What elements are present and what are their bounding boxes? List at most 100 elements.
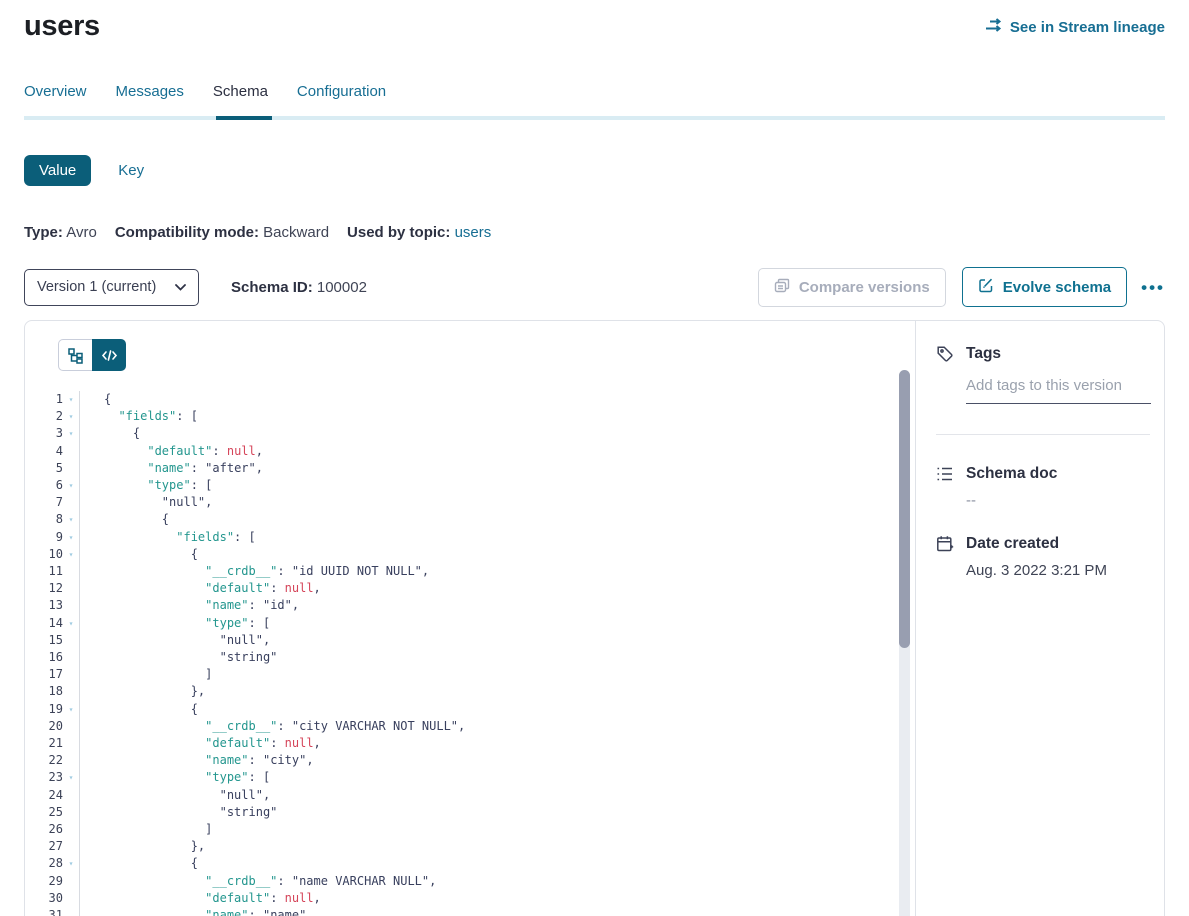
evolve-schema-button[interactable]: Evolve schema xyxy=(962,267,1127,307)
fold-spacer xyxy=(63,838,80,855)
fold-spacer xyxy=(63,632,80,649)
schema-panel: 1▾{2▾ "fields": [3▾ {4 "default": null,5… xyxy=(24,320,1165,916)
code-text: "string" xyxy=(80,649,277,666)
tree-view-icon xyxy=(67,347,84,364)
tab-underline-track xyxy=(24,116,1165,120)
tab-messages[interactable]: Messages xyxy=(116,83,184,116)
key-toggle-link[interactable]: Key xyxy=(118,162,144,179)
code-view-button[interactable] xyxy=(92,339,126,371)
fold-toggle-icon[interactable]: ▾ xyxy=(63,408,80,425)
fold-spacer xyxy=(63,718,80,735)
fold-toggle-icon[interactable]: ▾ xyxy=(63,615,80,632)
fold-spacer xyxy=(63,907,80,916)
code-text: "__crdb__": "name VARCHAR NULL", xyxy=(80,873,436,890)
code-text: { xyxy=(80,511,169,528)
code-line: 10▾ { xyxy=(25,546,915,563)
fold-toggle-icon[interactable]: ▾ xyxy=(63,425,80,442)
tab-configuration[interactable]: Configuration xyxy=(297,83,386,116)
tab-overview[interactable]: Overview xyxy=(24,83,87,116)
fold-toggle-icon[interactable]: ▾ xyxy=(63,546,80,563)
code-text: "null", xyxy=(80,632,270,649)
compatibility-label: Compatibility mode: xyxy=(115,224,259,241)
schema-page: users See in Stream lineage Overview Mes… xyxy=(0,0,1189,916)
line-number: 13 xyxy=(35,597,63,614)
see-in-stream-lineage-link[interactable]: See in Stream lineage xyxy=(985,18,1165,36)
code-line: 29 "__crdb__": "name VARCHAR NULL", xyxy=(25,873,915,890)
code-line: 22 "name": "city", xyxy=(25,752,915,769)
fold-spacer xyxy=(63,649,80,666)
tag-icon xyxy=(936,345,954,363)
tags-section-header: Tags xyxy=(936,345,1150,363)
code-scrollbar-thumb[interactable] xyxy=(899,370,910,648)
code-lines: 1▾{2▾ "fields": [3▾ {4 "default": null,5… xyxy=(25,391,915,916)
code-line: 26 ] xyxy=(25,821,915,838)
code-line: 4 "default": null, xyxy=(25,443,915,460)
page-header: users See in Stream lineage xyxy=(24,10,1165,43)
add-tags-input[interactable] xyxy=(966,377,1151,404)
code-text: }, xyxy=(80,683,205,700)
topic-link[interactable]: users xyxy=(455,224,492,241)
sidebar-divider xyxy=(936,434,1150,435)
value-toggle-button[interactable]: Value xyxy=(24,155,91,186)
fold-spacer xyxy=(63,666,80,683)
fold-toggle-icon[interactable]: ▾ xyxy=(63,511,80,528)
code-text: "name": "city", xyxy=(80,752,314,769)
line-number: 16 xyxy=(35,649,63,666)
fold-toggle-icon[interactable]: ▾ xyxy=(63,769,80,786)
used-by-topic-label: Used by topic: xyxy=(347,224,450,241)
code-line: 6▾ "type": [ xyxy=(25,477,915,494)
code-text: "name": "id", xyxy=(80,597,299,614)
schema-doc-title: Schema doc xyxy=(966,465,1057,483)
fold-spacer xyxy=(63,804,80,821)
fold-spacer xyxy=(63,563,80,580)
fold-spacer xyxy=(63,460,80,477)
code-line: 12 "default": null, xyxy=(25,580,915,597)
line-number: 29 xyxy=(35,873,63,890)
line-number: 27 xyxy=(35,838,63,855)
tab-schema[interactable]: Schema xyxy=(213,83,268,116)
code-text: { xyxy=(80,391,111,408)
compare-versions-button[interactable]: Compare versions xyxy=(758,268,946,307)
schema-code-area: 1▾{2▾ "fields": [3▾ {4 "default": null,5… xyxy=(25,321,915,916)
line-number: 14 xyxy=(35,615,63,632)
code-line: 27 }, xyxy=(25,838,915,855)
line-number: 6 xyxy=(35,477,63,494)
schema-doc-section-header: Schema doc xyxy=(936,465,1150,483)
active-tab-indicator xyxy=(216,116,272,120)
page-title: users xyxy=(24,10,100,43)
code-text: ] xyxy=(80,821,212,838)
schema-id-value: 100002 xyxy=(317,279,367,296)
code-text: { xyxy=(80,701,198,718)
code-text: "default": null, xyxy=(80,443,263,460)
version-select[interactable]: Version 1 (current) xyxy=(24,269,199,306)
fold-toggle-icon[interactable]: ▾ xyxy=(63,477,80,494)
line-number: 17 xyxy=(35,666,63,683)
line-number: 3 xyxy=(35,425,63,442)
code-text: "default": null, xyxy=(80,735,321,752)
line-number: 30 xyxy=(35,890,63,907)
fold-toggle-icon[interactable]: ▾ xyxy=(63,391,80,408)
schema-meta-row: Type: Avro Compatibility mode: Backward … xyxy=(24,224,1165,241)
code-text: "null", xyxy=(80,494,212,511)
schema-doc-value: -- xyxy=(966,492,1150,509)
line-number: 5 xyxy=(35,460,63,477)
line-number: 4 xyxy=(35,443,63,460)
used-by-topic-field: Used by topic: users xyxy=(347,224,491,241)
code-line: 11 "__crdb__": "id UUID NOT NULL", xyxy=(25,563,915,580)
code-text: "__crdb__": "id UUID NOT NULL", xyxy=(80,563,429,580)
code-scrollbar-track[interactable] xyxy=(899,370,910,916)
code-text: "default": null, xyxy=(80,890,321,907)
code-text: "type": [ xyxy=(80,769,270,786)
line-number: 10 xyxy=(35,546,63,563)
fold-toggle-icon[interactable]: ▾ xyxy=(63,529,80,546)
code-line: 15 "null", xyxy=(25,632,915,649)
code-text: { xyxy=(80,855,198,872)
schema-id-field: Schema ID: 100002 xyxy=(231,279,367,296)
overflow-menu-button[interactable]: ••• xyxy=(1141,279,1165,296)
fold-toggle-icon[interactable]: ▾ xyxy=(63,855,80,872)
code-line: 25 "string" xyxy=(25,804,915,821)
chevron-down-icon xyxy=(175,279,186,295)
code-text: }, xyxy=(80,838,205,855)
fold-toggle-icon[interactable]: ▾ xyxy=(63,701,80,718)
tree-view-button[interactable] xyxy=(58,339,92,371)
